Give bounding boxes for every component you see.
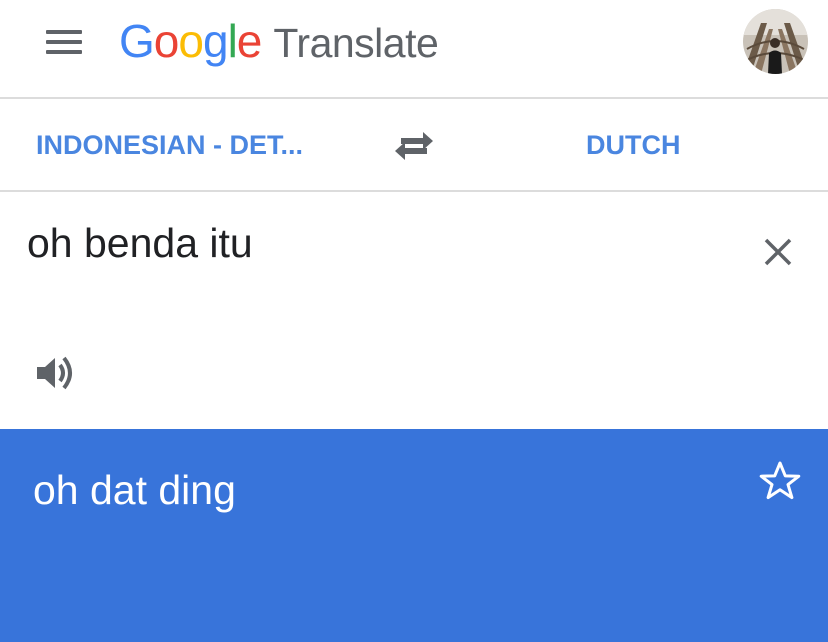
product-name: Translate <box>273 20 439 66</box>
google-logo-letter: o <box>178 15 204 67</box>
google-logo-letter: o <box>153 15 180 67</box>
google-logo-letter: G <box>119 15 155 67</box>
source-text-input[interactable]: oh benda itu <box>27 220 707 267</box>
google-logo-letter: e <box>236 15 263 67</box>
google-translate-logo: Google Translate <box>119 14 439 70</box>
speaker-icon[interactable] <box>35 352 77 394</box>
google-logo-letter: g <box>202 15 229 67</box>
translation-result-panel: oh dat ding <box>0 429 828 642</box>
google-logo-letter: l <box>227 15 238 67</box>
star-outline-icon[interactable] <box>758 460 802 504</box>
source-language-button[interactable]: INDONESIAN - DET... <box>36 99 303 190</box>
menu-icon[interactable] <box>40 24 88 60</box>
google-logo: Google <box>119 14 263 68</box>
source-input-panel: oh benda itu <box>0 192 828 429</box>
close-icon[interactable] <box>758 232 798 272</box>
app-bar: Google Translate <box>0 0 828 99</box>
translation-text: oh dat ding <box>33 467 236 513</box>
target-language-button[interactable]: DUTCH <box>586 99 681 190</box>
language-bar: INDONESIAN - DET... DUTCH <box>0 99 828 192</box>
user-avatar[interactable] <box>743 9 808 74</box>
swap-arrows-icon[interactable] <box>393 129 435 163</box>
